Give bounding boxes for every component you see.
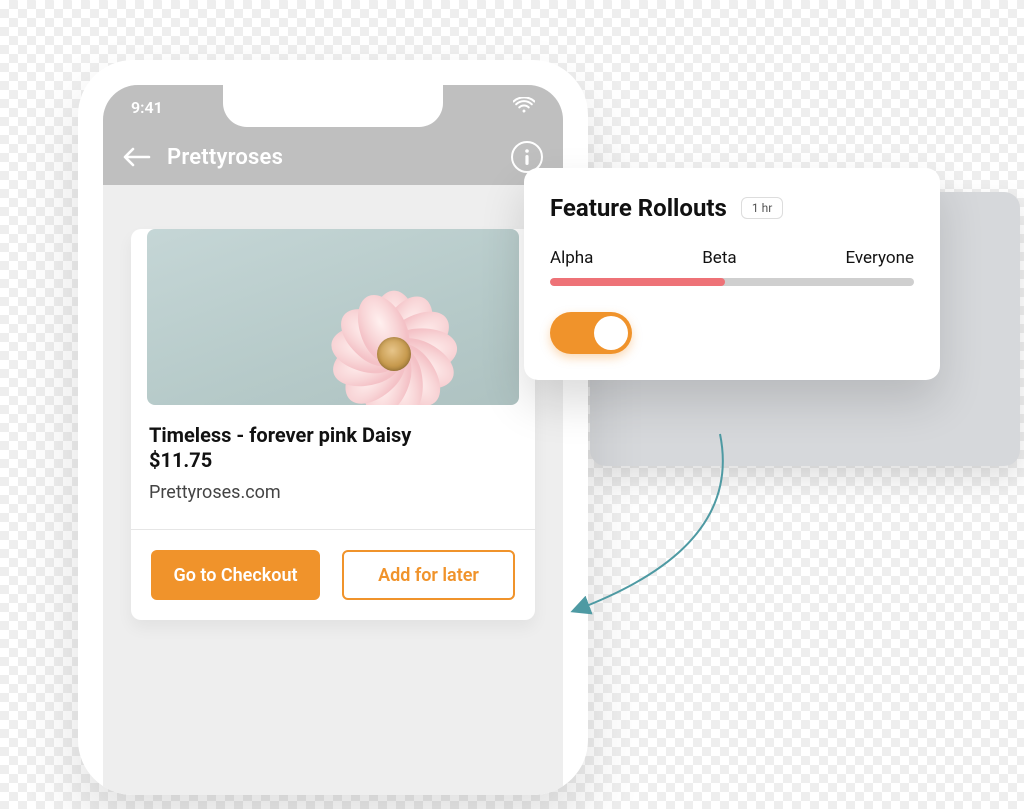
rollout-stage-labels: Alpha Beta Everyone <box>550 248 914 268</box>
stage-alpha: Alpha <box>550 248 593 268</box>
rollout-progress[interactable] <box>550 278 914 286</box>
rollouts-title: Feature Rollouts <box>550 194 727 222</box>
checkout-button[interactable]: Go to Checkout <box>151 550 320 600</box>
phone-screen: 9:41 Prettyroses <box>103 85 563 795</box>
rollout-progress-fill <box>550 278 725 286</box>
stage-beta: Beta <box>702 248 736 268</box>
stage-everyone: Everyone <box>845 248 914 268</box>
product-title: Timeless - forever pink Daisy <box>149 423 517 448</box>
phone-notch <box>223 85 443 127</box>
content-area: Timeless - forever pink Daisy $11.75 Pre… <box>103 185 563 648</box>
phone-frame: 9:41 Prettyroses <box>78 60 588 795</box>
product-site: Prettyroses.com <box>149 482 517 503</box>
status-time: 9:41 <box>131 98 163 117</box>
wifi-icon <box>513 97 535 117</box>
rollouts-window-pill[interactable]: 1 hr <box>741 197 783 219</box>
product-card: Timeless - forever pink Daisy $11.75 Pre… <box>131 229 535 620</box>
product-actions: Go to Checkout Add for later <box>131 530 535 620</box>
product-price: $11.75 <box>149 448 517 472</box>
back-button[interactable] <box>123 147 151 167</box>
add-for-later-button[interactable]: Add for later <box>342 550 515 600</box>
nav-bar: Prettyroses <box>103 129 563 185</box>
rollout-toggle[interactable] <box>550 312 632 354</box>
product-image <box>147 229 519 405</box>
page-title: Prettyroses <box>167 145 283 170</box>
feature-rollouts-panel: Feature Rollouts 1 hr Alpha Beta Everyon… <box>524 168 940 380</box>
toggle-knob <box>594 316 628 350</box>
